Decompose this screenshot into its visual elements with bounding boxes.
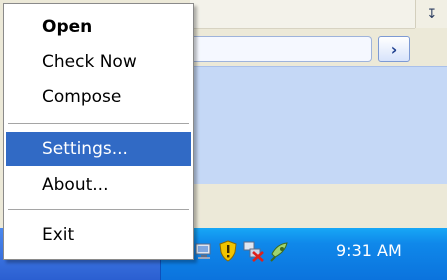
- satellite-dish-icon[interactable]: [269, 240, 291, 262]
- menu-separator: [8, 209, 189, 210]
- network-icon[interactable]: [193, 240, 215, 262]
- dropdown-button[interactable]: ↧: [415, 0, 447, 28]
- menu-item-exit[interactable]: Exit: [6, 218, 191, 252]
- clock[interactable]: 9:31 AM: [336, 240, 402, 262]
- menu-item-label: Check Now: [42, 52, 137, 72]
- menu-item-label: Compose: [42, 87, 122, 107]
- chevron-right-icon: ›: [390, 39, 398, 59]
- toolbar-strip: [190, 0, 415, 29]
- system-tray: 9:31 AM: [160, 228, 447, 280]
- network-disconnected-icon[interactable]: [243, 240, 265, 262]
- menu-separator: [8, 123, 189, 124]
- tray-context-menu: Open Check Now Compose Settings... About…: [3, 3, 194, 260]
- menu-item-label: Settings...: [42, 139, 128, 159]
- menu-item-label: About...: [42, 175, 109, 195]
- address-bar[interactable]: [190, 36, 372, 62]
- security-shield-icon[interactable]: [217, 240, 239, 262]
- menu-item-label: Exit: [42, 225, 75, 245]
- menu-item-check-now[interactable]: Check Now: [6, 45, 191, 79]
- menu-item-open[interactable]: Open: [6, 10, 191, 44]
- dropdown-arrow-icon: ↧: [426, 6, 438, 22]
- menu-item-settings[interactable]: Settings...: [6, 132, 191, 166]
- go-button[interactable]: ›: [378, 36, 410, 62]
- menu-item-about[interactable]: About...: [6, 168, 191, 202]
- menu-item-compose[interactable]: Compose: [6, 80, 191, 114]
- menu-item-label: Open: [42, 17, 93, 37]
- content-panel: [190, 66, 447, 184]
